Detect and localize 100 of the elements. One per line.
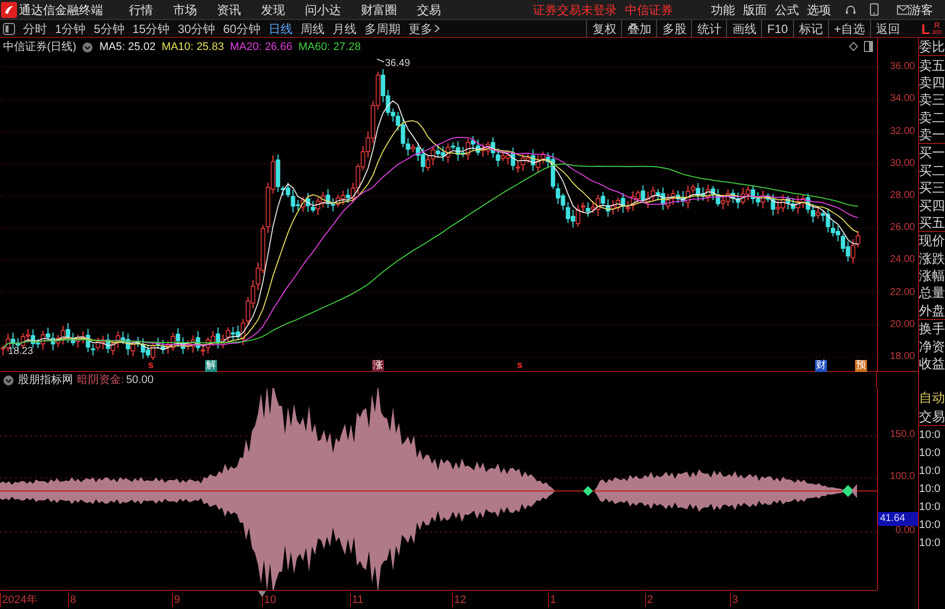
toolbar-button[interactable]: 画线: [726, 20, 762, 38]
event-marker[interactable]: s: [148, 360, 154, 372]
indicator-name: 暗阴资金:: [77, 372, 124, 388]
quote-field-label: 买四: [919, 196, 945, 214]
date-axis-label: 11: [350, 593, 364, 607]
event-marker[interactable]: 涨: [372, 360, 384, 372]
quote-field-label: 委比: [919, 38, 945, 56]
quote-field-label: 涨幅: [919, 267, 945, 284]
date-axis-label: 8: [68, 593, 76, 607]
period-tab[interactable]: 5分钟: [94, 20, 124, 38]
trade-time: 10:0: [919, 536, 942, 550]
trade-time: 10:0: [919, 446, 942, 460]
price-axis-label: 36.00: [890, 62, 915, 72]
indicator-source: 股朋指标网: [18, 372, 73, 388]
trade-time: 10:0: [919, 518, 942, 532]
headset-icon[interactable]: [845, 4, 856, 16]
period-tab[interactable]: 60分钟: [223, 20, 260, 38]
menu-item[interactable]: 发现: [261, 0, 285, 18]
menu-item[interactable]: 功能: [711, 0, 735, 18]
quote-field-label: 卖三: [919, 91, 945, 108]
panel-toggle-icon[interactable]: [3, 22, 15, 34]
quote-field-label: 现价: [919, 232, 945, 250]
side-left-label: L: [921, 22, 930, 36]
period-tab[interactable]: 30分钟: [178, 20, 216, 38]
app-title: 通达信金融终端: [19, 2, 103, 18]
quote-field-label: 卖一: [919, 126, 945, 144]
dropdown-icon[interactable]: [3, 374, 14, 386]
menu-item[interactable]: 选项: [807, 0, 831, 18]
period-tab[interactable]: 15分钟: [132, 20, 170, 38]
indicator-value: 50.00: [126, 372, 154, 388]
event-marker[interactable]: 解: [205, 360, 217, 372]
menu-item[interactable]: 问小达: [305, 0, 341, 18]
price-axis-label: 32.00: [890, 126, 915, 137]
quote-field-label: 买五: [919, 214, 945, 232]
period-tab[interactable]: 1分钟: [55, 20, 86, 38]
moving-average-label: MA60: 27.28: [298, 40, 361, 55]
auto-mode-label[interactable]: 自动: [919, 388, 945, 407]
quote-field-label: 总量: [919, 284, 945, 302]
quote-field-label: 买三: [919, 179, 945, 196]
low-price-label: 18.23: [8, 345, 34, 359]
menu-item[interactable]: 版面: [743, 0, 767, 18]
menu-item[interactable]: 市场: [173, 0, 197, 18]
toolbar-button[interactable]: 多股: [656, 20, 692, 38]
menu-item[interactable]: 行情: [129, 0, 153, 18]
guest-user[interactable]: 游客: [909, 0, 933, 18]
event-marker[interactable]: 财: [815, 360, 827, 372]
period-tab[interactable]: 分时: [23, 20, 47, 38]
moving-average-label: MA5: 25.02: [99, 40, 156, 55]
trade-time: 10:0: [919, 464, 942, 478]
broker-link[interactable]: 中信证券: [625, 0, 673, 18]
toolbar-button[interactable]: 叠加: [621, 20, 656, 38]
price-axis-label: 30.00: [890, 158, 915, 169]
period-tab[interactable]: 周线: [300, 20, 324, 38]
mail-icon[interactable]: [896, 4, 909, 14]
date-axis-label: 1: [548, 593, 556, 607]
cursor-triangle-icon: [258, 591, 266, 597]
period-tab[interactable]: 多周期: [364, 20, 400, 38]
price-axis-label: 28.00: [890, 191, 915, 201]
period-tab[interactable]: 月线: [332, 20, 356, 38]
menu-item[interactable]: 财富圈: [361, 0, 397, 18]
trade-time: 10:0: [919, 482, 942, 496]
phone-icon[interactable]: [870, 3, 879, 16]
chevron-right-icon: [434, 24, 440, 33]
indicator-axis-label: 0.00: [896, 526, 915, 536]
high-price-label: 36.49: [385, 57, 410, 71]
chart-title: 中信证券(日线): [3, 40, 76, 55]
panel-icon[interactable]: [864, 41, 873, 52]
trade-time: 10:0: [919, 500, 942, 514]
leader-line: [376, 58, 384, 62]
moving-average-label: MA10: 25.83: [162, 40, 224, 55]
event-marker[interactable]: s: [517, 360, 523, 372]
login-status: 证券交易未登录: [533, 2, 617, 18]
quote-field-label: 收益: [919, 354, 945, 372]
quote-field-label: 卖四: [919, 74, 945, 92]
quote-field-label: 外盘: [919, 302, 945, 320]
price-axis-label: 18.00: [890, 352, 915, 362]
toolbar-button[interactable]: 返回: [870, 20, 905, 38]
menu-item[interactable]: 资讯: [217, 0, 241, 18]
price-axis-label: 20.00: [890, 320, 915, 330]
quote-field-label: 买一: [919, 144, 945, 162]
period-tab[interactable]: 更多: [408, 20, 440, 38]
menu-item[interactable]: 交易: [417, 0, 441, 18]
current-value-label: 41.64: [878, 512, 918, 526]
toolbar-button[interactable]: +自选: [828, 20, 870, 38]
price-axis-label: 26.00: [890, 223, 915, 234]
date-axis-label: 12: [452, 593, 466, 607]
toolbar-button[interactable]: F10: [761, 20, 793, 38]
toolbar-button[interactable]: 复权: [586, 20, 622, 38]
side-right-label: R: [934, 22, 940, 30]
diamond-marker-icon: [842, 485, 854, 497]
dropdown-icon[interactable]: [82, 42, 94, 52]
date-axis-label: 2: [645, 593, 654, 607]
menu-item[interactable]: 公式: [775, 0, 799, 18]
toolbar-button[interactable]: 标记: [792, 20, 828, 38]
logo-icon: [1, 2, 17, 18]
toolbar-button[interactable]: 统计: [691, 20, 726, 38]
diamond-icon[interactable]: [849, 42, 858, 51]
period-tab[interactable]: 日线: [268, 20, 292, 38]
date-axis-label: 9: [172, 593, 180, 607]
trade-label[interactable]: 交易: [919, 407, 945, 426]
